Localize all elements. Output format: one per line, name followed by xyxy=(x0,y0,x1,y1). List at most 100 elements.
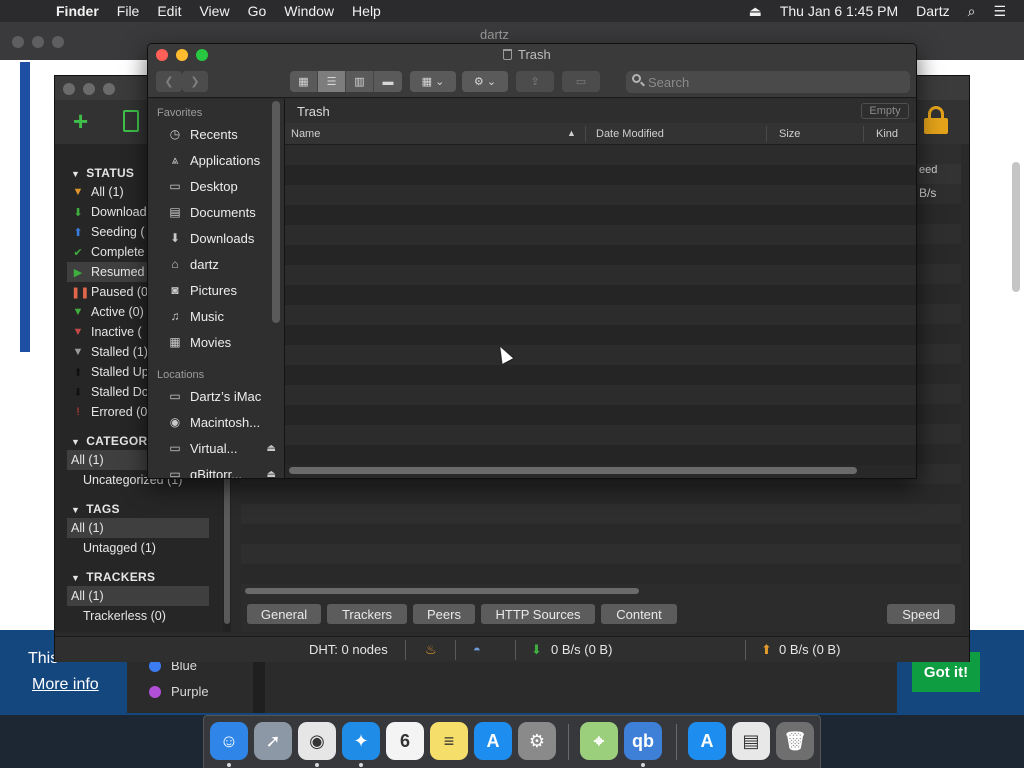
list-view-icon[interactable]: ☰ xyxy=(318,71,346,92)
zoom-icon[interactable] xyxy=(103,83,115,95)
share-button[interactable]: ⇪ xyxy=(516,71,554,92)
list-row[interactable] xyxy=(285,245,916,265)
more-info-link[interactable]: More info xyxy=(32,676,99,694)
list-row[interactable] xyxy=(285,365,916,385)
system-preferences-dock-icon[interactable]: ⚙ xyxy=(518,722,556,760)
close-icon[interactable] xyxy=(156,49,168,61)
empty-trash-button[interactable]: Empty xyxy=(861,103,909,119)
list-row[interactable] xyxy=(285,205,916,225)
list-row[interactable] xyxy=(285,265,916,285)
menu-app-finder[interactable]: Finder xyxy=(56,3,99,19)
zoom-icon[interactable] xyxy=(52,36,64,48)
column-view-icon[interactable]: ▥ xyxy=(346,71,374,92)
list-row[interactable] xyxy=(285,285,916,305)
calendar-dock-icon[interactable]: 6 xyxy=(386,722,424,760)
launchpad-dock-icon[interactable]: ➚ xyxy=(254,722,292,760)
notification-center-icon[interactable]: ☰ xyxy=(993,3,1006,20)
trackers-item-trackerless[interactable]: Trackerless (0) xyxy=(83,606,223,626)
tab-content[interactable]: Content xyxy=(601,604,677,624)
gallery-view-icon[interactable]: ▬ xyxy=(374,71,402,92)
tab-peers[interactable]: Peers xyxy=(413,604,475,624)
search-field[interactable] xyxy=(626,71,910,93)
list-row[interactable] xyxy=(285,425,916,445)
sidebar-item-pictures[interactable]: ◙ Pictures xyxy=(166,279,284,301)
column-header-name[interactable]: Name xyxy=(291,128,320,140)
sidebar-item-dartz[interactable]: ⌂ dartz xyxy=(166,253,284,275)
eject-icon[interactable]: ⏏ xyxy=(267,443,276,454)
table-row[interactable] xyxy=(241,544,961,564)
column-header-size[interactable]: Size xyxy=(779,128,800,140)
sidebar-scroll-thumb[interactable] xyxy=(224,474,230,624)
file-list[interactable] xyxy=(285,145,916,465)
hscroll-thumb[interactable] xyxy=(245,588,639,594)
close-icon[interactable] xyxy=(12,36,24,48)
add-torrent-file-icon[interactable] xyxy=(123,110,139,132)
lock-icon[interactable] xyxy=(923,106,949,136)
tab-general[interactable]: General xyxy=(247,604,321,624)
list-row[interactable] xyxy=(285,225,916,245)
menu-edit[interactable]: Edit xyxy=(157,3,181,19)
minimize-icon[interactable] xyxy=(32,36,44,48)
tags-button[interactable]: ▭ xyxy=(562,71,600,92)
category-section-header[interactable]: ▼ CATEGOR xyxy=(71,434,147,448)
sidebar-item-recents[interactable]: ◷ Recents xyxy=(166,123,284,145)
torrent-list-hscrollbar[interactable] xyxy=(243,586,961,596)
app-store-downloads-dock-icon[interactable]: A xyxy=(688,722,726,760)
tab-speed[interactable]: Speed xyxy=(887,604,955,624)
forward-button[interactable]: ❯ xyxy=(182,71,208,92)
trackers-item-all[interactable]: All (1) xyxy=(67,586,209,606)
tags-item-all[interactable]: All (1) xyxy=(67,518,209,538)
sidebar-item-downloads[interactable]: ⬇ Downloads xyxy=(166,227,284,249)
menu-file[interactable]: File xyxy=(117,3,140,19)
sidebar-item-music[interactable]: ♫ Music xyxy=(166,305,284,327)
speed-column-header[interactable]: eed xyxy=(917,164,961,184)
location-item-3[interactable]: ▭ qBittorr... ⏏ xyxy=(166,463,284,479)
document-dock-icon[interactable]: ▤ xyxy=(732,722,770,760)
eject-menu-icon[interactable]: ⏏ xyxy=(749,3,762,20)
status-section-header[interactable]: ▼ STATUS xyxy=(71,166,134,180)
trackers-section-header[interactable]: ▼ TRACKERS xyxy=(71,570,155,584)
menu-help[interactable]: Help xyxy=(352,3,381,19)
page-scrollbar[interactable] xyxy=(1012,162,1020,292)
finder-hscrollbar[interactable] xyxy=(289,467,857,475)
table-row[interactable] xyxy=(241,504,961,524)
eject-icon[interactable]: ⏏ xyxy=(267,469,276,479)
sidebar-item-documents[interactable]: ▤ Documents xyxy=(166,201,284,223)
minimize-icon[interactable] xyxy=(176,49,188,61)
close-icon[interactable] xyxy=(63,83,75,95)
table-row[interactable] xyxy=(241,524,961,544)
list-row[interactable] xyxy=(285,445,916,465)
menu-go[interactable]: Go xyxy=(248,3,267,19)
tags-item-untagged[interactable]: Untagged (1) xyxy=(83,538,223,558)
column-header-date-modified[interactable]: Date Modified xyxy=(596,128,664,140)
sidebar-item-desktop[interactable]: ▭ Desktop xyxy=(166,175,284,197)
finder-dock-icon[interactable]: ☺ xyxy=(210,722,248,760)
sidebar-item-applications[interactable]: ⩓ Applications xyxy=(166,149,284,171)
list-row[interactable] xyxy=(285,165,916,185)
maps-dock-icon[interactable]: ⌖ xyxy=(580,722,618,760)
location-item-1[interactable]: ◉ Macintosh... xyxy=(166,411,284,433)
list-row[interactable] xyxy=(285,385,916,405)
action-button[interactable]: ⚙ ⌄ xyxy=(462,71,508,92)
location-item-0[interactable]: ▭ Dartz’s iMac xyxy=(166,385,284,407)
menu-window[interactable]: Window xyxy=(284,3,334,19)
list-row[interactable] xyxy=(285,345,916,365)
finder-hscroll-thumb[interactable] xyxy=(289,467,857,474)
tab-http-sources[interactable]: HTTP Sources xyxy=(481,604,595,624)
menu-view[interactable]: View xyxy=(199,3,229,19)
trash-dock-icon[interactable]: 🗑 xyxy=(776,722,814,760)
zoom-icon[interactable] xyxy=(196,49,208,61)
group-by-button[interactable]: ▦ ⌄ xyxy=(410,71,456,92)
list-row[interactable] xyxy=(285,305,916,325)
list-row[interactable] xyxy=(285,185,916,205)
qbittorrent-dock-icon[interactable]: qb xyxy=(624,722,662,760)
minimize-icon[interactable] xyxy=(83,83,95,95)
spotlight-search-icon[interactable]: ⌕ xyxy=(968,3,976,20)
notes-dock-icon[interactable]: ≡ xyxy=(430,722,468,760)
location-item-2[interactable]: ▭ Virtual... ⏏ xyxy=(166,437,284,459)
list-row[interactable] xyxy=(285,325,916,345)
app-store-dock-icon[interactable]: A xyxy=(474,722,512,760)
chrome-dock-icon[interactable]: ◉ xyxy=(298,722,336,760)
table-row[interactable] xyxy=(241,484,961,504)
safari-dock-icon[interactable]: ✦ xyxy=(342,722,380,760)
